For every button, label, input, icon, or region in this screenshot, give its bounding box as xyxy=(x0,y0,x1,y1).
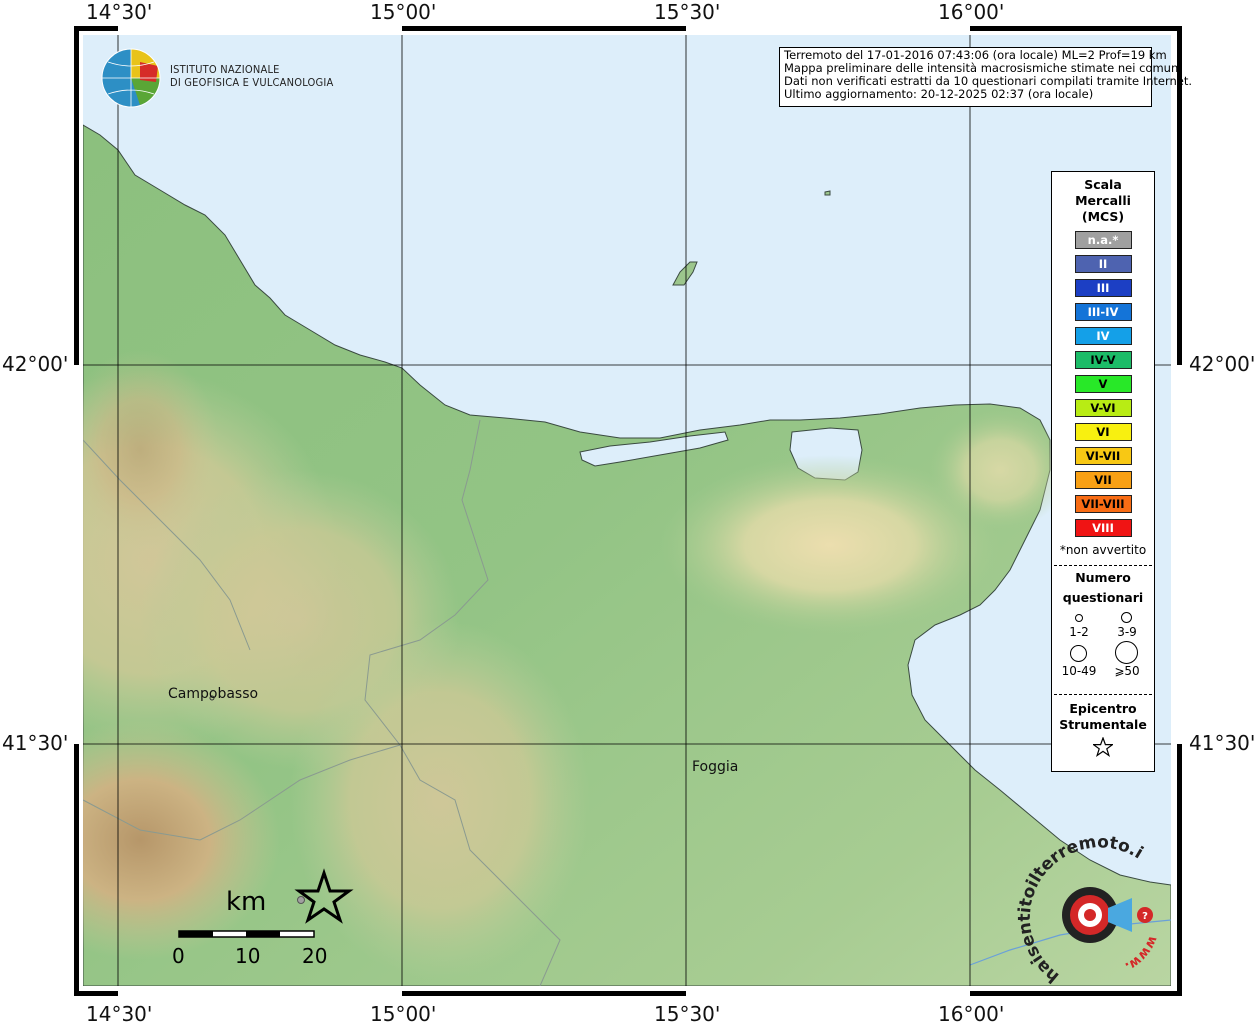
epicenter-title-line-2: Strumentale xyxy=(1059,717,1147,732)
count-circle-small xyxy=(1075,614,1083,622)
legend-divider xyxy=(1054,694,1152,695)
count-label-4: ⩾50 xyxy=(1114,664,1140,678)
count-title: Numero questionari xyxy=(1052,568,1154,608)
mcs-scale-item: III xyxy=(1074,279,1132,297)
mcs-scale-item: IV xyxy=(1074,327,1132,345)
lon-label-top-4: 16°00' xyxy=(938,0,1005,24)
event-info-box: Terremoto del 17-01-2016 07:43:06 (ora l… xyxy=(779,47,1192,107)
legend-divider xyxy=(1054,565,1152,566)
lon-label-bottom-2: 15°00' xyxy=(370,1002,437,1026)
scale-bar-tick-0: 0 xyxy=(172,944,185,968)
mcs-scale-item: VIII xyxy=(1074,519,1132,537)
scale-bar-tick-20: 20 xyxy=(302,944,328,968)
ingv-logo-text: ISTITUTO NAZIONALE DI GEOFISICA E VULCAN… xyxy=(170,63,333,89)
mcs-scale-item: VII-VIII xyxy=(1074,495,1132,513)
mcs-scale-item: VI-VII xyxy=(1074,447,1132,465)
mcs-scale-item: III-IV xyxy=(1074,303,1132,321)
count-label-2: 3-9 xyxy=(1117,625,1137,639)
mcs-scale-list: n.a.* II III III-IV IV IV-V V V-VI VI VI-VII VII VI… xyxy=(1052,231,1154,537)
mcs-scale-item: II xyxy=(1074,255,1132,273)
count-symbols: 1-2 3-9 10-49 ⩾50 xyxy=(1052,608,1154,686)
logo-line-2: DI GEOFISICA E VULCANOLOGIA xyxy=(170,76,334,89)
mcs-scale-item: V xyxy=(1074,375,1132,393)
legend-title-line-3: (MCS) xyxy=(1081,209,1125,224)
legend-title-line-1: Scala xyxy=(1084,177,1122,192)
count-title-line-2: questionari xyxy=(1062,590,1144,605)
count-circle-large xyxy=(1070,645,1087,662)
mcs-scale-item: IV-V xyxy=(1074,351,1132,369)
place-label-foggia: Foggia xyxy=(692,759,739,775)
pianosa-island xyxy=(824,190,831,196)
scale-bar-unit: km xyxy=(226,887,267,917)
star-icon xyxy=(1091,736,1115,757)
scale-bar-tick-10: 10 xyxy=(235,944,261,968)
legend-title-line-2: Mercalli xyxy=(1075,193,1131,208)
svg-text:?: ? xyxy=(1142,911,1148,922)
lon-label-bottom-4: 16°00' xyxy=(938,1002,1005,1026)
logo-line-1: ISTITUTO NAZIONALE xyxy=(170,63,280,76)
intensity-point xyxy=(297,896,305,904)
legend-title: Scala Mercalli (MCS) xyxy=(1052,177,1154,225)
lat-label-left-2: 41°30' xyxy=(2,731,69,755)
count-label-3: 10-49 xyxy=(1061,664,1097,678)
count-title-line-1: Numero xyxy=(1075,570,1131,585)
lat-label-left-1: 42°00' xyxy=(2,352,69,376)
mcs-scale-item: VII xyxy=(1074,471,1132,489)
legend: Scala Mercalli (MCS) n.a.* II III III-IV IV I… xyxy=(1051,171,1155,772)
event-info-line-4: Ultimo aggiornamento: 20-12-2025 02:37 (… xyxy=(784,87,1094,101)
scale-bar xyxy=(178,930,315,938)
lon-label-bottom-3: 15°30' xyxy=(654,1002,721,1026)
epicenter-title: Epicentro Strumentale xyxy=(1052,701,1154,733)
lon-label-bottom-1: 14°30' xyxy=(86,1002,153,1026)
count-circle-medium xyxy=(1121,612,1132,623)
mcs-scale-item: V-VI xyxy=(1074,399,1132,417)
lat-label-right-1: 42°00' xyxy=(1189,352,1255,376)
epicenter-title-line-1: Epicentro xyxy=(1069,701,1137,716)
lon-label-top-1: 14°30' xyxy=(86,0,153,24)
mcs-scale-item: n.a.* xyxy=(1074,231,1132,249)
ingv-logo-icon xyxy=(101,48,161,108)
mcs-scale-item: VI xyxy=(1074,423,1132,441)
place-label-campobasso: Campobasso xyxy=(168,686,259,702)
lon-label-top-3: 15°30' xyxy=(654,0,721,24)
count-label-1: 1-2 xyxy=(1069,625,1089,639)
count-circle-xlarge xyxy=(1115,641,1138,664)
lon-label-top-2: 15°00' xyxy=(370,0,437,24)
lat-label-right-2: 41°30' xyxy=(1189,731,1255,755)
legend-note: *non avvertito xyxy=(1059,543,1147,557)
